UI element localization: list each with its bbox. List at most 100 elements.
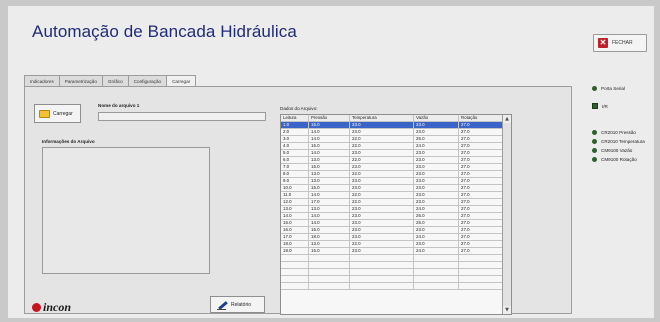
sensor-label: CM9100 Vazão — [601, 148, 633, 153]
table-cell: 2.0 — [281, 129, 309, 135]
col-pressao: Pressão — [309, 115, 350, 121]
table-cell: 23.0 — [414, 164, 459, 170]
table-cell: 23.0 — [350, 220, 414, 226]
table-cell: 19.0 — [281, 248, 309, 254]
table-row[interactable]: 15.0 14.0 23.0 25.0 27.0 — [281, 220, 511, 227]
table-row[interactable]: 4.0 15.0 22.0 24.0 27.0 — [281, 143, 511, 150]
table-cell: 8.0 — [281, 171, 309, 177]
table-cell: 18.0 — [309, 234, 350, 240]
table-row[interactable]: 3.0 14.0 22.0 25.0 27.0 — [281, 136, 511, 143]
info-arquivo-label: Informações do Arquivo — [42, 139, 95, 144]
logo-mark-icon — [32, 303, 41, 312]
table-cell: 15.0 — [309, 227, 350, 233]
scroll-down-icon[interactable]: ▼ — [503, 306, 511, 314]
folder-icon — [39, 109, 50, 118]
status-sensor-rotacao: CM9100 Rotação — [592, 157, 637, 162]
table-cell: 23.0 — [350, 206, 414, 212]
table-cell: 13.0 — [309, 206, 350, 212]
table-cell: 9.0 — [281, 178, 309, 184]
table-cell: 22.0 — [350, 157, 414, 163]
table-cell: 13.0 — [309, 171, 350, 177]
carregar-button[interactable]: Carregar — [34, 104, 81, 123]
table-cell: 18.0 — [281, 241, 309, 247]
table-cell: 27.0 — [459, 227, 503, 233]
table-cell: 14.0 — [309, 136, 350, 142]
table-cell: 23.0 — [350, 129, 414, 135]
table-cell — [309, 255, 350, 261]
table-row[interactable]: 14.0 14.0 23.0 26.0 27.0 — [281, 213, 511, 220]
ir-label: I/R — [602, 103, 608, 109]
table-row[interactable]: 13.0 13.0 23.0 24.0 27.0 — [281, 206, 511, 213]
table-cell: 25.0 — [414, 136, 459, 142]
status-ir: I/R — [592, 103, 608, 109]
table-row[interactable]: 11.0 14.0 22.0 23.0 27.0 — [281, 192, 511, 199]
table-row[interactable]: 16.0 15.0 23.0 23.0 27.0 — [281, 227, 511, 234]
table-cell: 15.0 — [309, 164, 350, 170]
table-cell — [459, 283, 503, 289]
table-cell: 27.0 — [459, 241, 503, 247]
dados-arquivo-label: Dados do Arquivo: — [280, 106, 318, 111]
table-row[interactable]: 17.0 18.0 23.0 24.0 27.0 — [281, 234, 511, 241]
table-cell: 11.0 — [281, 192, 309, 198]
table-row[interactable] — [281, 262, 511, 269]
table-row[interactable] — [281, 269, 511, 276]
table-cell: 14.0 — [309, 213, 350, 219]
table-cell: 22.0 — [350, 241, 414, 247]
table-row[interactable]: 5.0 14.0 23.0 23.0 27.0 — [281, 150, 511, 157]
table-cell: 16.0 — [281, 227, 309, 233]
table-row[interactable]: 9.0 13.0 23.0 23.0 27.0 — [281, 178, 511, 185]
table-cell: 23.0 — [414, 178, 459, 184]
table-row[interactable] — [281, 283, 511, 290]
table-row[interactable]: 1.0 15.0 23.0 23.0 27.0 — [281, 122, 511, 129]
table-cell: 13.0 — [309, 157, 350, 163]
table-row[interactable] — [281, 255, 511, 262]
col-temperatura: Temperatura — [350, 115, 414, 121]
logo-text: incon — [43, 300, 72, 314]
table-cell: 24.0 — [414, 143, 459, 149]
table-row[interactable]: 10.0 15.0 23.0 23.0 27.0 — [281, 185, 511, 192]
sensor-label: CR2010 Pressão — [601, 130, 636, 135]
table-cell: 27.0 — [459, 192, 503, 198]
table-row[interactable]: 8.0 13.0 22.0 23.0 27.0 — [281, 171, 511, 178]
table-row[interactable]: 6.0 13.0 22.0 23.0 27.0 — [281, 157, 511, 164]
table-cell: 22.0 — [350, 192, 414, 198]
table-cell: 27.0 — [459, 143, 503, 149]
dados-table[interactable]: Leitura Pressão Temperatura Vazão Rotaçã… — [280, 114, 512, 315]
relatorio-button[interactable]: Relatório — [210, 296, 265, 313]
table-cell — [309, 283, 350, 289]
fechar-label: FECHAR — [612, 40, 633, 46]
table-cell — [350, 269, 414, 275]
led-icon — [592, 148, 597, 153]
table-cell — [414, 255, 459, 261]
table-cell: 23.0 — [350, 122, 414, 128]
led-icon — [592, 130, 597, 135]
table-cell: 26.0 — [414, 213, 459, 219]
led-icon — [592, 139, 597, 144]
table-row[interactable]: 12.0 17.0 22.0 23.0 27.0 — [281, 199, 511, 206]
table-cell: 27.0 — [459, 122, 503, 128]
status-sensor-pressao: CR2010 Pressão — [592, 130, 636, 135]
info-arquivo-box[interactable] — [42, 147, 210, 274]
table-row[interactable]: 19.0 15.0 23.0 24.0 27.0 — [281, 248, 511, 255]
table-cell — [414, 283, 459, 289]
table-cell: 15.0 — [281, 220, 309, 226]
app-title: Automação de Bancada Hidráulica — [32, 22, 297, 41]
table-cell: 23.0 — [350, 150, 414, 156]
nome-arquivo-field[interactable] — [98, 112, 266, 121]
table-cell: 23.0 — [414, 199, 459, 205]
table-scrollbar[interactable]: ▲ ▼ — [502, 115, 511, 314]
table-cell: 1.0 — [281, 122, 309, 128]
table-row[interactable] — [281, 276, 511, 283]
table-cell: 12.0 — [281, 199, 309, 205]
fechar-button[interactable]: ✕ FECHAR — [593, 34, 647, 52]
table-cell: 23.0 — [414, 192, 459, 198]
table-cell — [414, 262, 459, 268]
table-cell — [281, 255, 309, 261]
led-square-icon — [592, 103, 598, 109]
table-row[interactable]: 2.0 14.0 23.0 23.0 27.0 — [281, 129, 511, 136]
table-cell — [281, 269, 309, 275]
table-row[interactable]: 7.0 15.0 23.0 23.0 27.0 — [281, 164, 511, 171]
table-cell: 27.0 — [459, 178, 503, 184]
scroll-up-icon[interactable]: ▲ — [503, 115, 511, 123]
table-row[interactable]: 18.0 13.0 22.0 23.0 27.0 — [281, 241, 511, 248]
